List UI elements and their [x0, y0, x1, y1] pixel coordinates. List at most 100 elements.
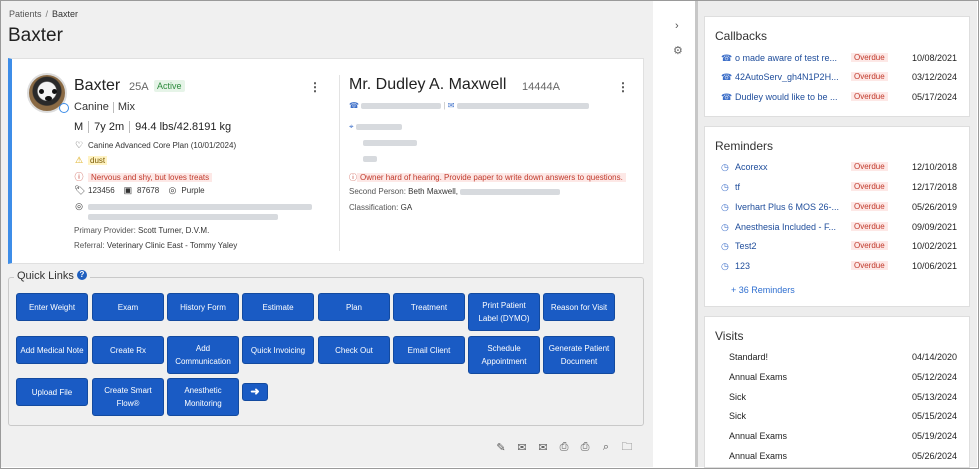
callback-item[interactable]: ☎ o made aware of test re... Overdue 10/08/… — [721, 53, 957, 65]
plan-button[interactable]: Plan — [318, 293, 390, 321]
visit-item[interactable]: Standard! 04/14/2020 — [729, 352, 957, 364]
enter-weight-button[interactable]: Enter Weight — [16, 293, 88, 321]
treatment-button[interactable]: Treatment — [393, 293, 465, 321]
quick-links-label: Quick Links — [17, 270, 74, 282]
callback-item[interactable]: ☎ 42AutoServ_gh4N1P2H... Overdue 03/12/2024 — [721, 72, 957, 84]
edit-document-icon[interactable]: ✎ — [493, 439, 509, 455]
wellness-plan[interactable]: ♡ Canine Advanced Core Plan (10/01/2024) — [74, 140, 236, 151]
patient-weight[interactable]: 94.4 lbs/42.8191 kg — [135, 121, 231, 133]
email-multiple-icon[interactable]: ✉ — [535, 439, 551, 455]
classification-label: Classification: — [349, 203, 399, 212]
folder-info-icon[interactable]: 🗀 — [619, 439, 635, 455]
patient-alert: Nervous and shy, but loves treats — [88, 173, 213, 182]
avatar-eye — [52, 89, 57, 94]
search-icon[interactable]: ⌕ — [598, 439, 614, 455]
anesthetic-monitoring-button[interactable]: Anesthetic Monitoring — [167, 378, 239, 416]
primary-provider: Primary Provider: Scott Turner, D.V.M. — [74, 226, 209, 235]
alert-icon: ⓘ — [74, 172, 84, 182]
alert-icon: ⓘ — [349, 173, 357, 182]
overdue-badge: Overdue — [851, 261, 888, 270]
collapse-chevron-icon[interactable]: › — [675, 20, 679, 32]
create-rx-button[interactable]: Create Rx — [92, 336, 164, 364]
check-out-button[interactable]: Check Out — [318, 336, 390, 364]
callback-text: o made aware of test re... — [735, 53, 838, 63]
print-icon[interactable]: ⎙ — [556, 439, 572, 455]
breadcrumb-patients-link[interactable]: Patients — [9, 9, 42, 19]
owner-name[interactable]: Mr. Dudley A. Maxwell — [349, 76, 506, 94]
second-person-value: Beth Maxwell, — [408, 187, 458, 196]
reminder-date: 12/10/2018 — [911, 162, 957, 172]
patient-menu-kebab-icon[interactable]: ⋮ — [309, 81, 321, 93]
primary-provider-label: Primary Provider: — [74, 226, 136, 235]
upload-file-button[interactable]: Upload File — [16, 378, 88, 406]
reminder-date: 09/09/2021 — [911, 222, 957, 232]
quick-links-title: Quick Links ? — [14, 270, 90, 282]
visit-type: Standard! — [729, 352, 769, 362]
visit-item[interactable]: Sick 05/15/2024 — [729, 411, 957, 423]
create-smart-flow-button[interactable]: Create Smart Flow® — [92, 378, 164, 416]
patient-color: Purple — [181, 186, 205, 195]
quick-invoicing-button[interactable]: Quick Invoicing — [242, 336, 314, 364]
callback-item[interactable]: ☎ Dudley would like to be ... Overdue 05/17… — [721, 92, 957, 104]
patient-breed: Mix — [117, 101, 135, 113]
reminders-panel: Reminders ◷ Acorexx Overdue 12/10/2018 ◷ tf O… — [704, 126, 970, 307]
separator — [129, 121, 131, 134]
history-form-button[interactable]: History Form — [167, 293, 239, 321]
more-quick-links-arrow-icon[interactable]: ➜ — [242, 383, 268, 401]
reminder-item[interactable]: ◷ tf Overdue 12/17/2018 — [721, 182, 957, 194]
settings-gear-icon[interactable]: ⚙ — [673, 44, 683, 57]
visit-type: Annual Exams — [729, 431, 788, 441]
owner-menu-kebab-icon[interactable]: ⋮ — [617, 81, 629, 93]
tag-number: 123456 — [88, 186, 115, 195]
email-client-button[interactable]: Email Client — [393, 336, 465, 364]
visit-item[interactable]: Annual Exams 05/19/2024 — [729, 431, 957, 443]
clock-icon: ◷ — [721, 182, 729, 192]
help-icon[interactable]: ? — [76, 270, 87, 280]
callback-text: Dudley would like to be ... — [735, 92, 838, 102]
add-medical-note-button[interactable]: Add Medical Note — [16, 336, 88, 364]
visit-type: Annual Exams — [729, 451, 788, 461]
redacted-notes-2 — [74, 212, 278, 221]
reminder-date: 05/26/2019 — [911, 202, 957, 212]
schedule-appointment-button[interactable]: Schedule Appointment — [468, 336, 540, 374]
palette-icon: ◎ — [75, 201, 83, 211]
reminder-item[interactable]: ◷ 123 Overdue 10/06/2021 — [721, 261, 957, 273]
reminder-item[interactable]: ◷ Acorexx Overdue 12/10/2018 — [721, 162, 957, 174]
overdue-badge: Overdue — [851, 241, 888, 250]
reason-for-visit-button[interactable]: Reason for Visit — [543, 293, 615, 321]
redacted-phone[interactable] — [361, 102, 442, 109]
visit-date: 05/13/2024 — [911, 392, 957, 402]
reminder-item[interactable]: ◷ Test2 Overdue 10/02/2021 — [721, 241, 957, 253]
patient-name: Baxter — [74, 77, 121, 94]
clock-icon: ◷ — [721, 162, 729, 172]
redacted-address — [363, 155, 377, 162]
wellness-plan-label: Canine Advanced Core Plan (10/01/2024) — [88, 141, 237, 150]
warning-icon: ⚠ — [74, 155, 84, 165]
owner-address-2 — [363, 138, 417, 147]
visit-item[interactable]: Annual Exams 05/26/2024 — [729, 451, 957, 463]
more-reminders-link[interactable]: + 36 Reminders — [731, 285, 795, 295]
palette-icon: ◎ — [168, 185, 177, 195]
add-communication-button[interactable]: Add Communication — [167, 336, 239, 374]
estimate-button[interactable]: Estimate — [242, 293, 314, 321]
allergy-row: ⚠ dust — [74, 155, 108, 166]
breadcrumb-current: Baxter — [52, 9, 79, 19]
owner-address: ⌖ — [349, 122, 402, 132]
reminder-item[interactable]: ◷ Iverhart Plus 6 MOS 26-... Overdue 05/26/… — [721, 202, 957, 214]
visit-item[interactable]: Sick 05/13/2024 — [729, 392, 957, 404]
generate-patient-document-button[interactable]: Generate Patient Document — [543, 336, 615, 374]
exam-button[interactable]: Exam — [92, 293, 164, 321]
email-icon[interactable]: ✉ — [514, 439, 530, 455]
clock-icon: ◷ — [721, 261, 729, 271]
reminder-text: Test2 — [735, 241, 757, 251]
avatar-status-badge — [59, 103, 69, 113]
reminder-item[interactable]: ◷ Anesthesia Included - F... Overdue 09/09/… — [721, 222, 957, 234]
phone-icon: ☎ — [721, 92, 733, 102]
visit-item[interactable]: Annual Exams 05/12/2024 — [729, 372, 957, 384]
visit-date: 05/19/2024 — [911, 431, 957, 441]
referral: Referral: Veterinary Clinic East - Tommy… — [74, 241, 237, 250]
redacted-email[interactable] — [456, 102, 589, 109]
print-label-icon[interactable]: ⎙ — [577, 439, 593, 455]
phone-icon: ☎ — [721, 53, 733, 63]
print-patient-label-button[interactable]: Print Patient Label (DYMO) — [468, 293, 540, 331]
